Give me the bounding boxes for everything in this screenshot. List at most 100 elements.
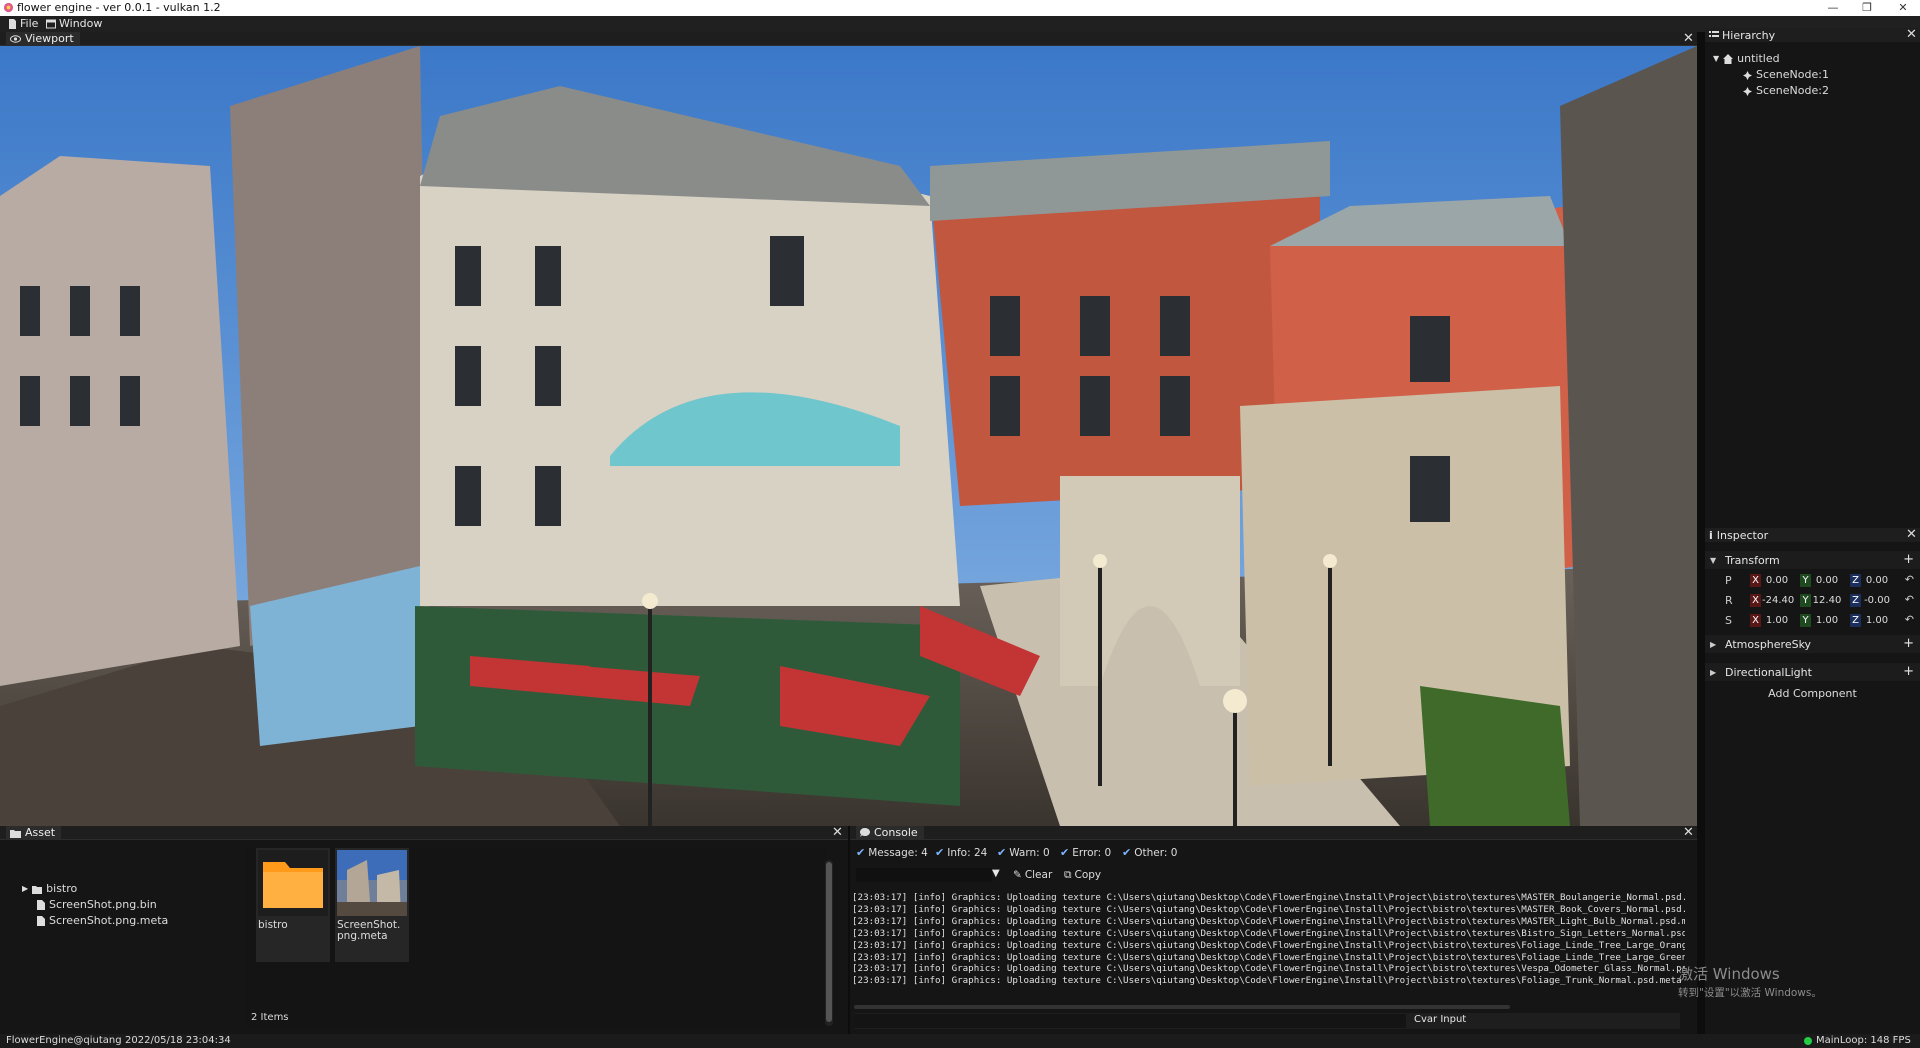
asset-tree-file[interactable]: ScreenShot.png.meta — [37, 914, 168, 928]
asset-tree-folder[interactable]: ▶ bistro — [22, 882, 77, 896]
checkmark-icon: ✔ — [935, 846, 945, 859]
tree-node-label: SceneNode:2 — [1756, 84, 1829, 97]
add-icon[interactable]: + — [1903, 553, 1914, 567]
viewport-close-button[interactable]: ✕ — [1683, 32, 1694, 46]
vector-label: P — [1725, 574, 1732, 587]
axis-y-label: Y — [1800, 614, 1811, 627]
asset-tree: ▶ bistro ScreenShot.png.bin ScreenShot.p… — [6, 848, 236, 1032]
asset-close-button[interactable]: ✕ — [832, 826, 843, 840]
add-icon[interactable]: + — [1903, 665, 1914, 679]
window-title-bar: flower engine - ver 0.0.1 - vulkan 1.2 —… — [0, 0, 1920, 16]
console-copy-button[interactable]: ⧉ Copy — [1064, 868, 1101, 882]
scale-y-field[interactable]: 1.00 — [1812, 614, 1842, 627]
window-icon — [46, 19, 56, 29]
file-icon — [37, 916, 45, 926]
expand-arrow-icon: ▶ — [1710, 639, 1717, 649]
cvar-input[interactable] — [854, 1014, 1406, 1028]
reset-icon[interactable]: ↶ — [1905, 573, 1914, 586]
component-transform[interactable]: ▼ Transform + — [1705, 551, 1920, 569]
rotation-z-field[interactable]: -0.00 — [1862, 594, 1892, 607]
hierarchy-list-icon — [1709, 31, 1719, 37]
filter-warn[interactable]: ✔ Warn: 0 — [997, 846, 1050, 860]
console-header: Console ✕ — [850, 826, 1697, 840]
rotation-x-field[interactable]: -24.40 — [1762, 594, 1794, 607]
expand-arrow-icon: ▶ — [22, 884, 29, 893]
viewport-tab-label: Viewport — [25, 32, 74, 45]
log-line: [23:03:17] [info] Graphics: Uploading te… — [852, 892, 1685, 903]
add-component-button[interactable]: Add Component — [1705, 686, 1920, 702]
reset-icon[interactable]: ↶ — [1905, 613, 1914, 626]
filter-other[interactable]: ✔ Other: 0 — [1122, 846, 1177, 860]
asset-grid-scrollbar[interactable] — [825, 860, 833, 1026]
minimize-button[interactable]: — — [1818, 0, 1848, 16]
file-icon — [9, 19, 16, 29]
log-line: [23:03:17] [info] Graphics: Uploading te… — [852, 951, 1685, 963]
vector-label: S — [1725, 614, 1732, 627]
image-thumbnail-icon — [337, 850, 407, 916]
hierarchy-title: Hierarchy — [1722, 28, 1776, 42]
asset-tile-caption: ScreenShot. png.meta — [337, 919, 401, 942]
home-icon — [1723, 54, 1734, 64]
axis-x-label: X — [1750, 614, 1761, 627]
rotation-y-field[interactable]: 12.40 — [1812, 594, 1842, 607]
asset-header: Asset ✕ — [0, 826, 848, 840]
log-line: [23:03:17] [info] Graphics: Uploading te… — [852, 915, 1685, 927]
asset-tree-file-label: ScreenShot.png.meta — [49, 914, 169, 927]
maximize-button[interactable]: ❐ — [1852, 0, 1882, 16]
hierarchy-header: Hierarchy ✕ — [1705, 28, 1920, 42]
inspector-close-button[interactable]: ✕ — [1906, 528, 1917, 542]
status-bar: FlowerEngine@qiutang 2022/05/18 23:04:34… — [0, 1034, 1920, 1048]
axis-z-label: Z — [1850, 594, 1861, 607]
scale-z-field[interactable]: 1.00 — [1862, 614, 1892, 627]
filter-icon: ▼ — [992, 868, 1000, 879]
hierarchy-close-button[interactable]: ✕ — [1906, 28, 1917, 42]
tab-viewport[interactable]: Viewport — [6, 32, 80, 46]
asset-tree-file[interactable]: ScreenShot.png.bin — [37, 898, 157, 912]
component-atmospheresky[interactable]: ▶ AtmosphereSky + — [1705, 635, 1920, 653]
window-close-button[interactable]: ✕ — [1888, 0, 1918, 16]
tree-root-untitled[interactable]: ▼ untitled — [1713, 52, 1780, 66]
watermark-subtitle: 转到"设置"以激活 Windows。 — [1678, 987, 1822, 999]
tab-console[interactable]: Console — [856, 826, 924, 840]
file-icon — [37, 900, 45, 910]
viewport-render[interactable] — [0, 46, 1697, 826]
position-x-field[interactable]: 0.00 — [1762, 574, 1792, 587]
menu-file[interactable]: File — [8, 16, 38, 32]
add-icon[interactable]: + — [1903, 637, 1914, 651]
cvar-input-row: Cvar Input — [854, 1013, 1680, 1029]
transform-scale-row: S X 1.00 Y 1.00 Z 1.00 ↶ — [1705, 612, 1920, 630]
menu-window[interactable]: Window — [46, 16, 102, 32]
scrollbar-thumb[interactable] — [826, 862, 832, 1022]
console-hscrollbar[interactable] — [854, 1005, 1510, 1009]
reset-icon[interactable]: ↶ — [1905, 593, 1914, 606]
tree-node-label: SceneNode:1 — [1756, 68, 1829, 81]
position-z-field[interactable]: 0.00 — [1862, 574, 1892, 587]
brush-icon: ✎ — [1013, 869, 1022, 881]
axis-z-label: Z — [1850, 614, 1861, 627]
console-search-input[interactable] — [856, 868, 992, 882]
filter-info[interactable]: ✔ Info: 24 — [935, 846, 987, 860]
position-y-field[interactable]: 0.00 — [1812, 574, 1842, 587]
filter-label: Info: 24 — [947, 847, 988, 859]
axis-x-label: X — [1750, 574, 1761, 587]
console-panel: Console ✕ ✔ Message: 4 ✔ Info: 24 ✔ Warn… — [850, 826, 1697, 1034]
asset-tile-screenshot[interactable]: ScreenShot. png.meta — [335, 848, 409, 962]
info-icon: i — [1709, 528, 1713, 542]
component-directionallight[interactable]: ▶ DirectionalLight + — [1705, 663, 1920, 681]
tab-asset[interactable]: Asset — [6, 826, 62, 840]
filter-label: Warn: 0 — [1009, 847, 1050, 859]
asset-item-count: 2 Items — [251, 1012, 289, 1023]
viewport-header: Viewport ✕ — [0, 32, 1697, 46]
status-indicator-icon — [1804, 1037, 1812, 1045]
tree-node-scenenode-2[interactable]: SceneNode:2 — [1743, 84, 1829, 98]
filter-error[interactable]: ✔ Error: 0 — [1060, 846, 1111, 860]
filter-message[interactable]: ✔ Message: 4 — [856, 846, 928, 860]
log-line: [23:03:17] [info] Graphics: Uploading te… — [852, 939, 1685, 951]
checkmark-icon: ✔ — [856, 846, 866, 859]
tree-node-scenenode-1[interactable]: SceneNode:1 — [1743, 68, 1829, 82]
scale-x-field[interactable]: 1.00 — [1762, 614, 1792, 627]
filter-label: Error: 0 — [1072, 847, 1112, 859]
console-clear-button[interactable]: ✎ Clear — [1013, 868, 1052, 882]
asset-tile-bistro[interactable]: bistro — [256, 848, 330, 962]
console-close-button[interactable]: ✕ — [1683, 826, 1694, 840]
